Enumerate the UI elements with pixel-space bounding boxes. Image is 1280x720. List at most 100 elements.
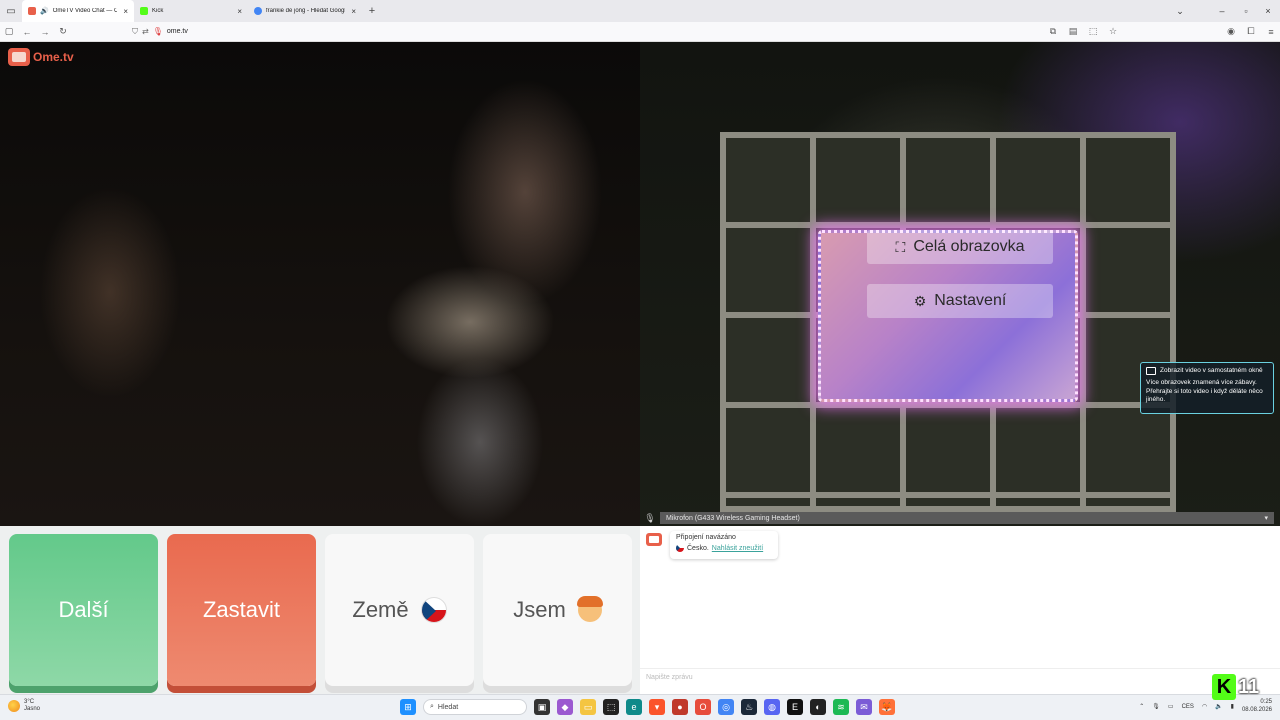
messenger-icon[interactable]: ✉ [856, 699, 872, 715]
tray-mic-icon[interactable]: 🎙 [1152, 703, 1160, 710]
back-icon[interactable]: ← [18, 22, 36, 42]
logo-text: Ome.tv [33, 50, 74, 64]
tab-kick[interactable]: Kick × [134, 0, 248, 22]
next-label: Další [58, 597, 109, 622]
steam-icon[interactable]: ♨ [741, 699, 757, 715]
url-text[interactable]: ome.tv [167, 28, 188, 35]
microphone-select[interactable]: Mikrofon (G433 Wireless Gaming Headset) … [660, 512, 1274, 524]
boy-emoji-icon [576, 596, 603, 622]
ometv-message-icon [646, 533, 662, 546]
czech-flag-small-icon [676, 544, 684, 552]
firefox-icon[interactable]: 🦊 [879, 699, 895, 715]
system-message: Připojení navázáno Česko. Nahlásit zneuž… [670, 531, 778, 559]
obs-icon[interactable]: ◐ [810, 699, 826, 715]
menu-icon[interactable]: ≡ [1262, 22, 1280, 42]
battery-icon[interactable]: ▮ [1231, 703, 1234, 710]
wifi-icon[interactable]: ◠ [1202, 703, 1207, 710]
account-icon[interactable]: ◉ [1222, 22, 1240, 42]
record-app-icon[interactable]: ● [672, 699, 688, 715]
country-button[interactable]: Země [325, 534, 474, 686]
tab-ometv[interactable]: 🔊 OmeTV Video Chat — Omegle × [22, 0, 134, 22]
navigation-bar: ▢ ← → ↻ ⛉ ⇄ 🎙 ome.tv ⧉ ▤ ⬚ ☆ ◉ ⧠ ≡ [0, 22, 1280, 42]
maximize-icon[interactable]: ▫ [1234, 0, 1258, 22]
chevron-down-icon: ▾ [1264, 515, 1268, 522]
windows-taskbar: 3°C Jasno ⊞ ⌕ Hledat ▣ ◆ ▭ ⬚ e ▾ ● O ◎ ♨… [0, 694, 1280, 720]
gender-button[interactable]: Jsem [483, 534, 632, 686]
fullscreen-label: Celá obrazovka [913, 238, 1025, 255]
chrome-icon[interactable]: ◎ [718, 699, 734, 715]
system-tray: ⌃ 🎙 ▭ CES ◠ 🔈 ▮ 0:25 08.08.2026 [1139, 699, 1280, 715]
speaker-icon: 🔊 [40, 8, 49, 15]
weather-temp: 3°C [24, 699, 35, 705]
pip-icon[interactable]: ⬚ [1084, 22, 1102, 42]
country-label: Země [352, 597, 409, 622]
weather-widget[interactable]: 3°C Jasno [8, 699, 40, 713]
file-explorer-icon[interactable]: ▭ [580, 699, 596, 715]
ometv-logo[interactable]: Ome.tv [8, 48, 74, 66]
shield-icon[interactable]: ⛉ [132, 27, 138, 37]
chat-panel: Připojení navázáno Česko. Nahlásit zneuž… [640, 526, 1280, 694]
discord-icon[interactable]: ◍ [764, 699, 780, 715]
stop-label: Zastavit [202, 597, 281, 622]
copilot-icon[interactable]: ◆ [557, 699, 573, 715]
sidebar-toggle-icon[interactable]: ▭ [0, 0, 22, 22]
tab-google[interactable]: frankie de jong - Hledat Googlem × [248, 0, 362, 22]
report-abuse-link[interactable]: Nahlásit zneužití [712, 545, 763, 552]
keyboard-lang[interactable]: CES [1182, 704, 1194, 710]
pip-window-icon [1146, 367, 1156, 376]
partner-country: Česko. [687, 544, 709, 552]
weather-sun-icon [8, 700, 20, 713]
clock-time: 0:25 [1260, 699, 1272, 705]
stop-button[interactable]: Zastavit [167, 534, 316, 686]
gear-icon: ⚙ [913, 292, 927, 309]
tray-monitor-icon[interactable]: ▭ [1168, 703, 1174, 710]
kick-favicon-icon [140, 7, 148, 15]
forward-icon[interactable]: → [36, 22, 54, 42]
taskbar-search[interactable]: ⌕ Hledat [423, 699, 527, 715]
tray-chevron-up-icon[interactable]: ⌃ [1139, 703, 1144, 710]
close-window-icon[interactable]: × [1256, 0, 1280, 22]
windows-start-icon[interactable]: ⊞ [400, 699, 416, 715]
translate-icon[interactable]: ⧉ [1044, 22, 1062, 42]
task-view-icon[interactable]: ▣ [534, 699, 550, 715]
tab-close-icon[interactable]: × [123, 7, 128, 16]
bookmark-star-icon[interactable]: ☆ [1104, 22, 1122, 42]
edge-icon[interactable]: e [626, 699, 642, 715]
self-video: ⛶ Celá obrazovka ⚙ Nastavení Zobrazit vi… [640, 42, 1280, 526]
microphone-select-value: Mikrofon (G433 Wireless Gaming Headset) [666, 514, 800, 522]
fullscreen-icon: ⛶ [895, 238, 906, 255]
permissions-icon[interactable]: ⇄ [142, 27, 149, 36]
store-icon[interactable]: ⬚ [603, 699, 619, 715]
brave-icon[interactable]: ▾ [649, 699, 665, 715]
tooltip-title: Zobrazit video v samostatném okně [1160, 367, 1263, 374]
opera-icon[interactable]: O [695, 699, 711, 715]
tab-title: OmeTV Video Chat — Omegle [52, 8, 118, 14]
new-tab-icon[interactable]: + [362, 5, 382, 17]
settings-button[interactable]: ⚙ Nastavení [867, 284, 1053, 318]
epic-games-icon[interactable]: E [787, 699, 803, 715]
microphone-active-icon[interactable]: 🎙 [153, 27, 163, 36]
chat-input[interactable]: Napište zprávu [640, 668, 1280, 686]
gender-label: Jsem [513, 597, 566, 622]
control-buttons: Další Zastavit Země Jsem [0, 526, 640, 694]
spotify-icon[interactable]: ≋ [833, 699, 849, 715]
sidebar-panel-icon[interactable]: ▢ [0, 22, 18, 42]
tab-list-chevron-icon[interactable]: ⌄ [1168, 0, 1192, 22]
overlay-number: 11 [1238, 675, 1260, 698]
tooltip-body: Více obrazovek znamená více zábavy. Přeh… [1146, 379, 1263, 404]
czech-flag-icon [420, 597, 447, 623]
reload-icon[interactable]: ↻ [54, 22, 72, 42]
extensions-icon[interactable]: ⧠ [1242, 22, 1260, 42]
url-bar[interactable]: ⛉ ⇄ 🎙 ome.tv [132, 24, 1044, 40]
reader-icon[interactable]: ▤ [1064, 22, 1082, 42]
fullscreen-button[interactable]: ⛶ Celá obrazovka [867, 230, 1053, 264]
tab-close-icon[interactable]: × [237, 7, 242, 16]
clock[interactable]: 0:25 08.08.2026 [1242, 699, 1272, 715]
weather-desc: Jasno [24, 706, 41, 713]
connection-status: Připojení navázáno [676, 534, 736, 541]
minimize-icon[interactable]: – [1210, 0, 1234, 22]
volume-icon[interactable]: 🔈 [1215, 703, 1222, 710]
tab-close-icon[interactable]: × [351, 7, 356, 16]
kick-overlay-badge: K 11 [1212, 674, 1268, 700]
next-button[interactable]: Další [9, 534, 158, 686]
